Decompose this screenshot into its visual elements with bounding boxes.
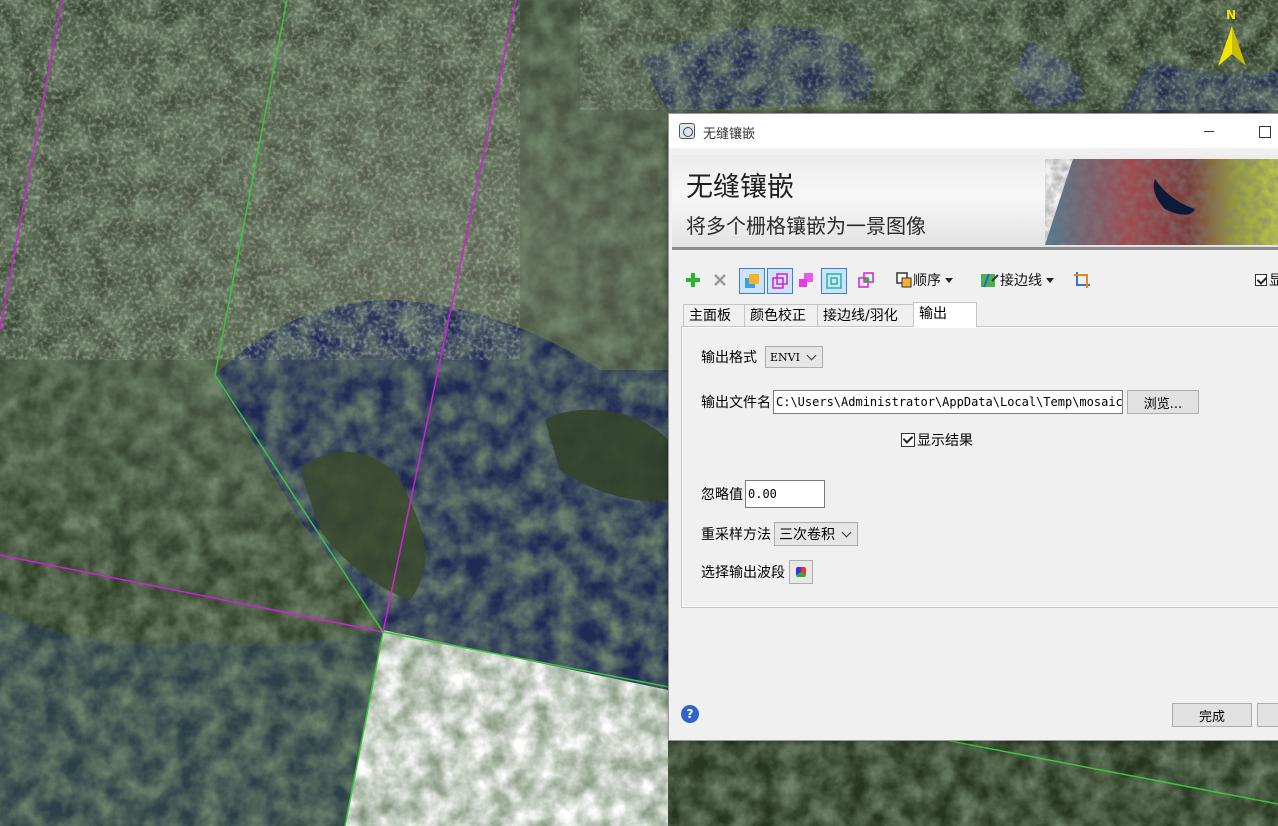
banner-subtitle: 将多个栅格镶嵌为一景图像 — [686, 214, 926, 238]
view-icon[interactable] — [821, 268, 847, 294]
display-result-label: 显示结果 — [917, 433, 973, 449]
output-filename-row: 输出文件名 C:\Users\Administrator\AppData\Loc… — [701, 390, 1199, 414]
tab-main-panel[interactable]: 主面板 — [683, 304, 745, 326]
add-icon[interactable] — [683, 268, 703, 292]
order-label: 顺序 — [913, 273, 941, 289]
seamless-mosaic-dialog: 无缝镶嵌 无缝镶嵌 将多个栅格镶嵌为一景图像 顺序 接边线 显 主面板 颜色校正… — [668, 113, 1278, 741]
cancel-button[interactable] — [1257, 703, 1278, 727]
seamline-dropdown[interactable]: 接边线 — [975, 268, 1059, 292]
toolbar: 顺序 接边线 显 — [683, 268, 1278, 294]
ignore-value-input[interactable]: 0.00 — [745, 480, 825, 508]
ignore-value-label: 忽略值 — [701, 487, 743, 503]
banner-title: 无缝镶嵌 — [686, 172, 794, 203]
crop-icon[interactable] — [1071, 268, 1093, 292]
help-icon[interactable]: ? — [681, 705, 699, 723]
app-icon — [679, 123, 695, 139]
chevron-down-icon — [806, 350, 817, 360]
bands-icon — [796, 567, 806, 577]
tab-seamline-feather[interactable]: 接边线/羽化 — [817, 304, 914, 326]
resample-label: 重采样方法 — [701, 527, 771, 543]
output-format-row: 输出格式 ENVI — [701, 346, 823, 368]
banner-image — [1045, 159, 1278, 245]
window-title: 无缝镶嵌 — [703, 127, 756, 142]
finish-button[interactable]: 完成 — [1172, 703, 1252, 727]
output-panel: 输出格式 ENVI 输出文件名 C:\Users\Administrator\A… — [681, 326, 1278, 608]
order-icon — [896, 272, 912, 288]
resample-value: 三次卷积 — [779, 527, 835, 543]
ignore-value-row: 忽略值 0.00 — [701, 480, 825, 508]
seamline-tool-icon — [981, 273, 999, 288]
output-bands-row: 选择输出波段 — [701, 560, 813, 584]
chevron-down-icon — [841, 527, 852, 537]
chevron-down-icon — [945, 277, 953, 283]
remove-icon[interactable] — [710, 268, 730, 292]
show-checkbox[interactable]: 显 — [1255, 268, 1278, 292]
browse-button[interactable]: 浏览... — [1127, 390, 1199, 414]
display-result-row[interactable]: 显示结果 — [901, 430, 973, 450]
output-format-label: 输出格式 — [701, 350, 757, 366]
seamline-icon[interactable] — [795, 268, 817, 292]
auto-color-icon[interactable] — [739, 268, 765, 294]
output-format-value: ENVI — [770, 350, 800, 364]
resample-row: 重采样方法 三次卷积 — [701, 522, 858, 546]
minimize-button[interactable] — [1199, 120, 1219, 140]
show-checkbox-box[interactable] — [1255, 274, 1267, 286]
maximize-button[interactable] — [1255, 120, 1275, 140]
resample-select[interactable]: 三次卷积 — [774, 522, 858, 546]
seamline-label: 接边线 — [1000, 273, 1042, 289]
north-label: N — [1226, 8, 1237, 22]
output-bands-label: 选择输出波段 — [701, 565, 785, 581]
overview-icon[interactable] — [855, 268, 877, 292]
chevron-down-icon — [1046, 277, 1054, 283]
tab-output[interactable]: 输出 — [913, 302, 977, 327]
select-bands-button[interactable] — [789, 560, 813, 584]
banner: 无缝镶嵌 将多个栅格镶嵌为一景图像 — [672, 155, 1278, 250]
order-dropdown[interactable]: 顺序 — [889, 268, 959, 292]
display-result-checkbox[interactable] — [901, 433, 915, 447]
show-checkbox-label: 显 — [1269, 273, 1278, 289]
output-filename-input[interactable]: C:\Users\Administrator\AppData\Local\Tem… — [773, 390, 1123, 414]
title-bar[interactable]: 无缝镶嵌 — [669, 114, 1278, 148]
tab-color-correction[interactable]: 颜色校正 — [744, 304, 818, 326]
output-format-select[interactable]: ENVI — [765, 346, 823, 368]
output-filename-label: 输出文件名 — [701, 395, 771, 411]
footprint-icon[interactable] — [767, 268, 793, 294]
